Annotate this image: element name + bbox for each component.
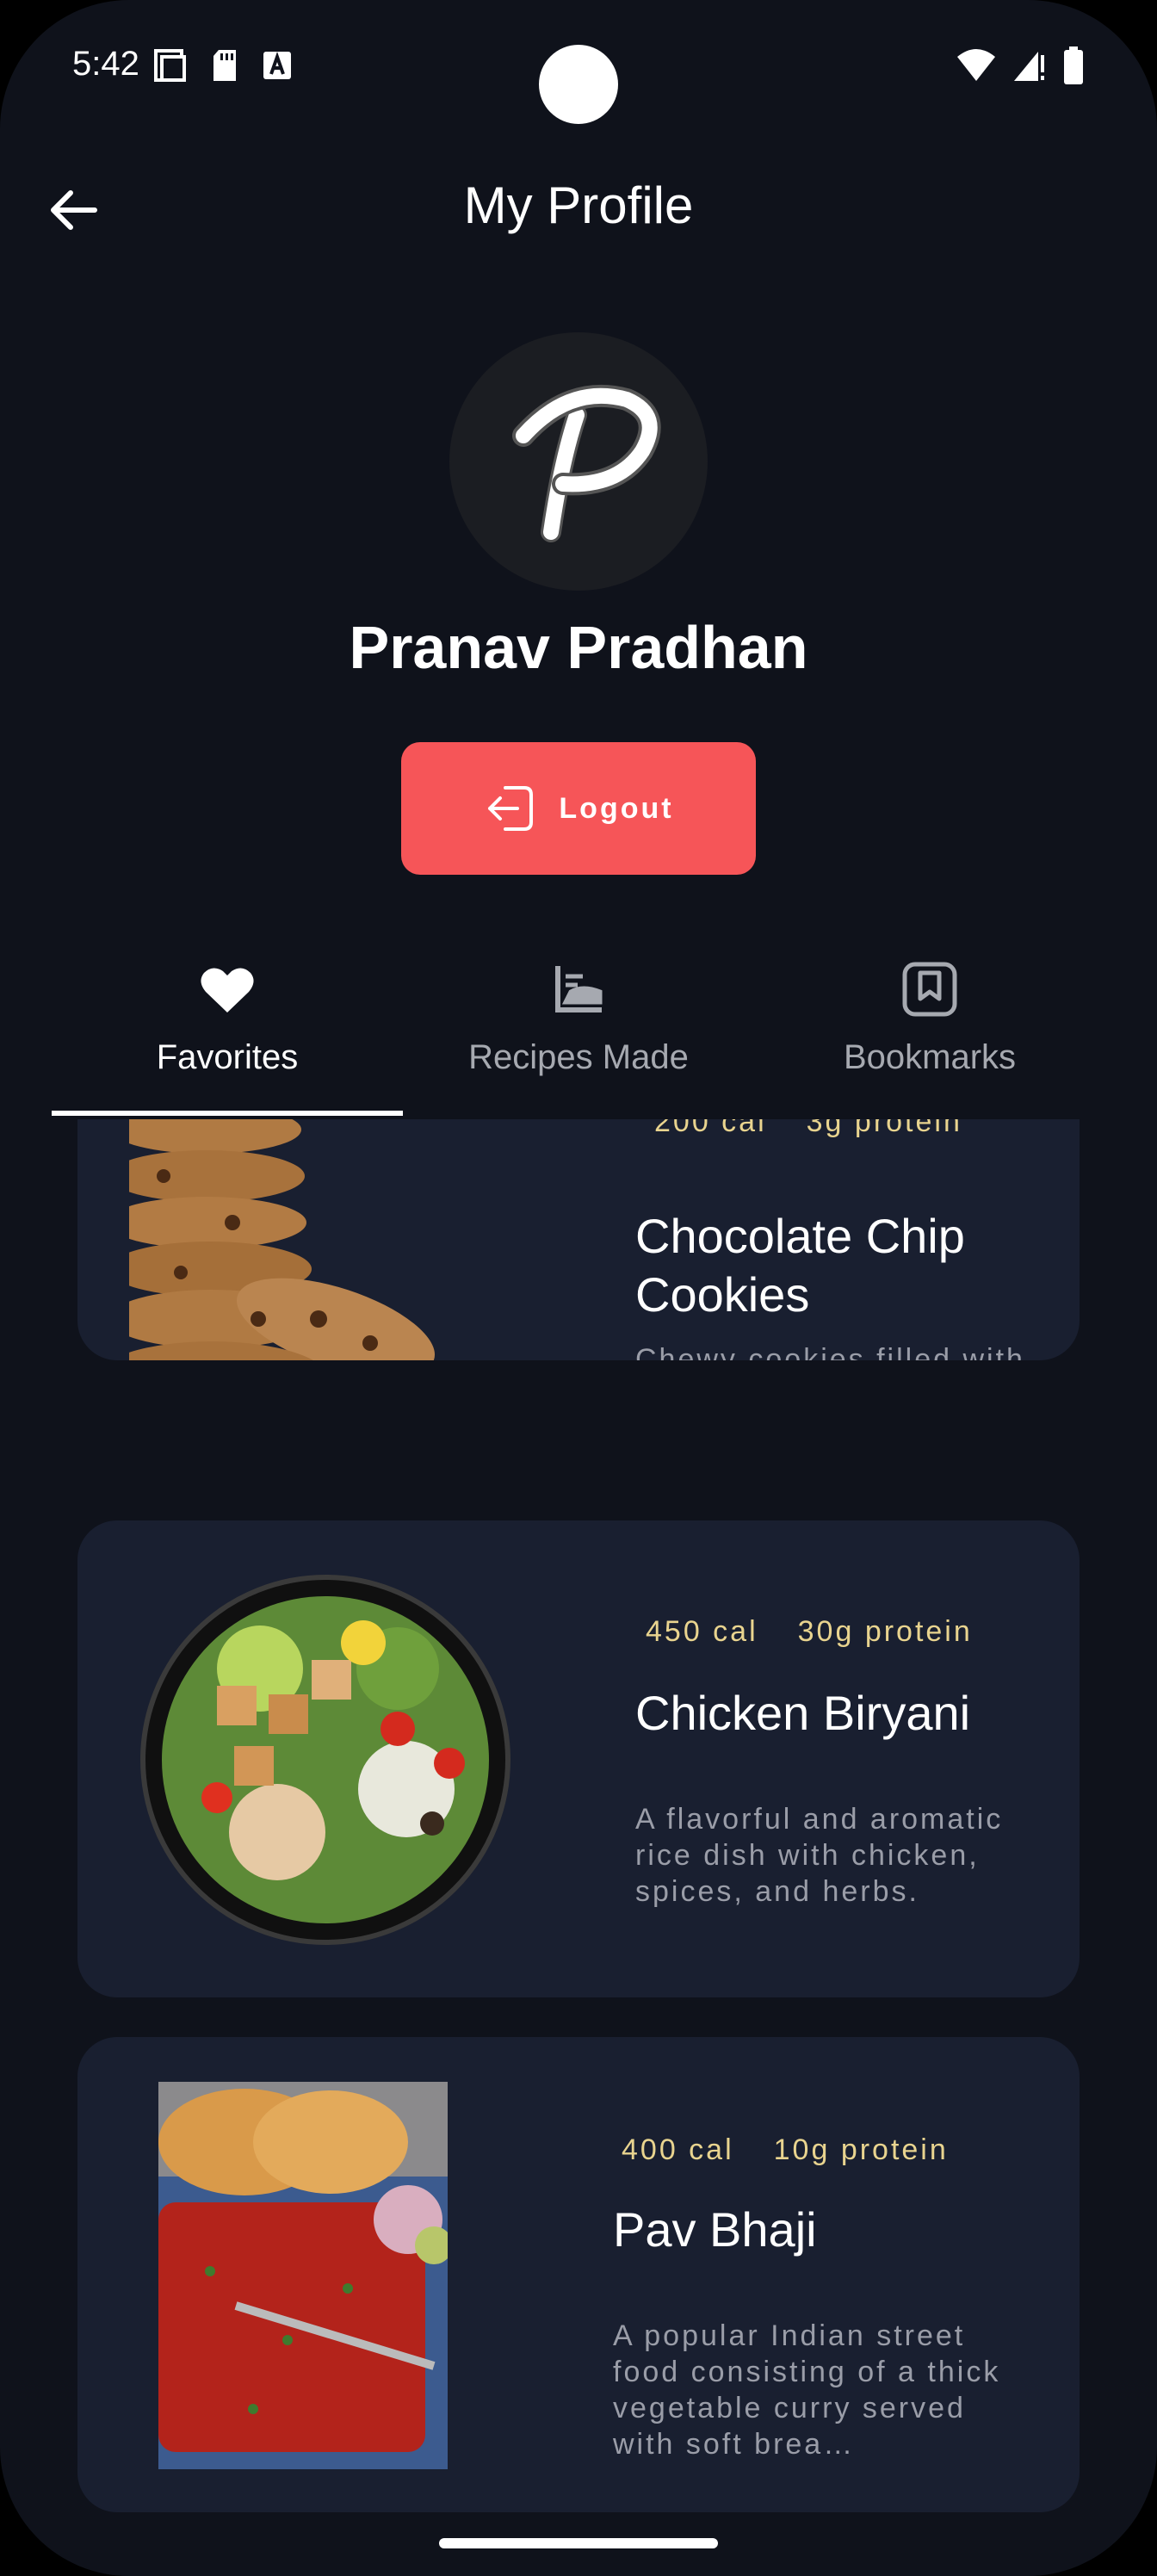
calories-label: 450 cal <box>646 1615 758 1648</box>
cookies-image <box>129 1119 436 1360</box>
avatar <box>449 332 708 591</box>
pav-bhaji-image <box>158 2082 448 2469</box>
bookmark-icon <box>902 962 957 1017</box>
recipe-card[interactable]: 200 cal 3g protein Chocolate Chip Cookies… <box>77 1119 1080 1360</box>
battery-icon <box>1064 46 1083 84</box>
status-bar: 5:42 <box>0 0 1157 138</box>
calories-label: 400 cal <box>622 2133 734 2166</box>
logout-icon <box>488 786 534 831</box>
protein-label: 10g protein <box>773 2133 949 2166</box>
front-camera <box>539 45 618 124</box>
recipe-title: Chicken Biryani <box>635 1686 971 1740</box>
logout-label: Logout <box>559 791 674 825</box>
tab-favorites[interactable]: Favorites <box>52 947 403 1116</box>
protein-label: 3g protein <box>806 1119 962 1138</box>
recipe-card[interactable]: 450 cal 30g protein Chicken Biryani A fla… <box>77 1520 1080 1997</box>
recipe-description: A popular Indian street food consisting … <box>613 2319 1001 2461</box>
screenshot-icon <box>154 49 186 82</box>
avatar-monogram-image <box>512 384 661 542</box>
wifi-icon <box>957 49 995 81</box>
recipe-description: A flavorful and aromatic rice dish with … <box>635 1803 1004 1908</box>
status-time: 5:42 <box>72 45 139 83</box>
logout-button[interactable]: Logout <box>401 742 756 875</box>
tab-recipes-made-label: Recipes Made <box>468 1038 689 1076</box>
recipe-description: Chewy cookies filled with chocolate chip… <box>635 1343 1025 1360</box>
calories-label: 200 cal <box>654 1119 767 1138</box>
nutrition-row: 200 cal 3g protein <box>654 1119 962 1139</box>
profile-name: Pranav Pradhan <box>349 614 808 681</box>
app-bar: My Profile <box>0 164 1157 250</box>
page-title: My Profile <box>463 176 694 234</box>
recipe-title: Pav Bhaji <box>613 2202 817 2257</box>
tab-active-indicator <box>52 1111 403 1116</box>
font-icon <box>263 51 291 79</box>
sd-card-icon <box>213 50 236 81</box>
tab-bookmarks[interactable]: Bookmarks <box>754 947 1105 1116</box>
home-gesture-handle[interactable] <box>439 2538 718 2548</box>
tab-bookmarks-label: Bookmarks <box>843 1038 1017 1076</box>
nutrition-row: 450 cal 30g protein <box>646 1615 973 1649</box>
nutrition-row: 400 cal 10g protein <box>622 2133 949 2167</box>
biryani-image <box>140 1575 510 1945</box>
profile-tabs: Favorites Recipes Made Bookmarks <box>52 947 1105 1116</box>
signal-icon <box>1014 52 1044 81</box>
tab-favorites-label: Favorites <box>156 1038 299 1076</box>
tab-recipes-made[interactable]: Recipes Made <box>403 947 754 1116</box>
phone-screen: 5:42 My Profile Pranav Pradhan Logout Fa… <box>0 0 1157 2576</box>
system-navigation-bar <box>0 2514 1157 2576</box>
protein-label: 30g protein <box>797 1615 973 1648</box>
heart-icon <box>201 968 254 1012</box>
status-system-icons <box>956 46 1085 84</box>
recipe-card[interactable]: 400 cal 10g protein Pav Bhaji A popular I… <box>77 2037 1080 2512</box>
recipe-title: Chocolate Chip Cookies <box>635 1209 965 1322</box>
kitchen-icon <box>555 966 603 1012</box>
favorites-list[interactable]: 200 cal 3g protein Chocolate Chip Cookies… <box>0 1119 1157 2514</box>
status-notification-icons <box>153 48 293 83</box>
